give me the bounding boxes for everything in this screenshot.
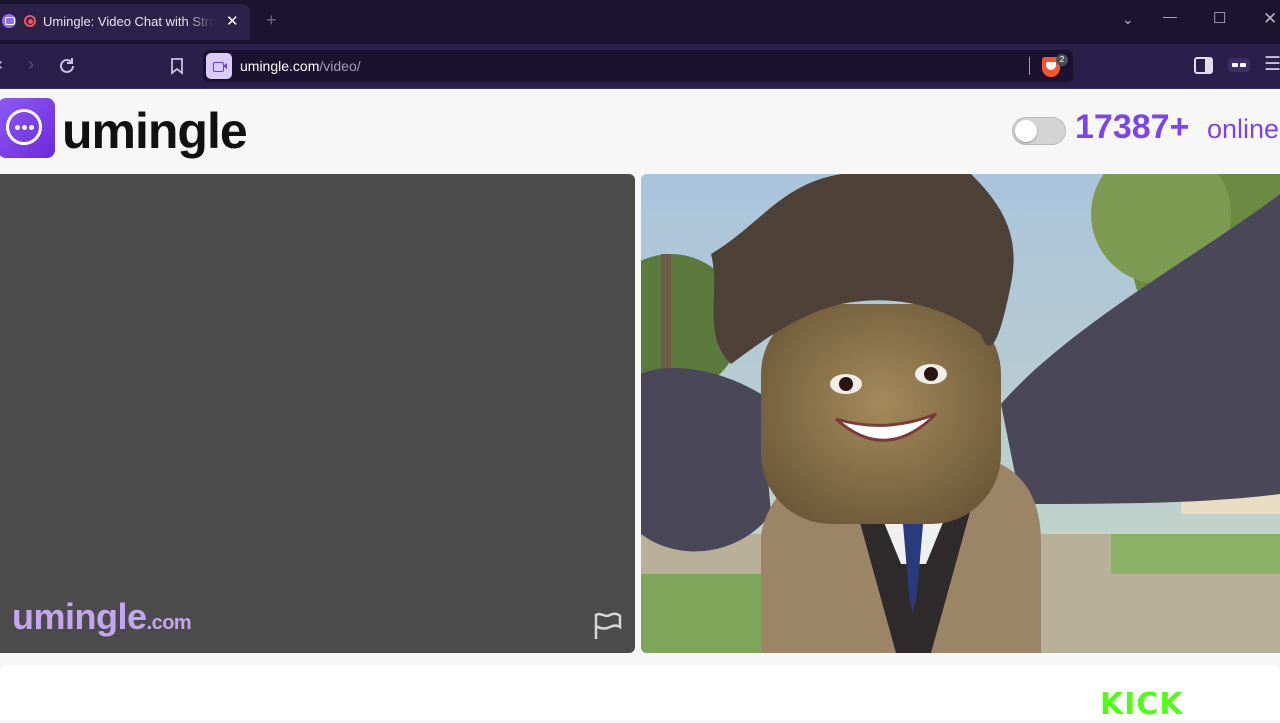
chat-bubble-icon [6, 109, 42, 145]
video-watermark: umingle.com [12, 596, 192, 637]
wallet-glasses-icon[interactable] [1228, 58, 1250, 72]
url-text[interactable]: umingle.com/video/ [240, 58, 361, 74]
umingle-logo-icon[interactable] [0, 98, 55, 158]
recording-indicator-icon [24, 15, 36, 27]
close-tab-icon[interactable]: ✕ [226, 12, 239, 30]
remote-video-frame [641, 174, 1280, 653]
theme-toggle[interactable] [1012, 117, 1066, 145]
browser-tab-bar: Umingle: Video Chat with Strangers ✕ + ⌄… [0, 0, 1280, 44]
tab-search-chevron-icon[interactable]: ⌄ [1122, 11, 1134, 28]
address-bar[interactable]: umingle.com/video/ 2 [203, 50, 1073, 82]
forward-icon[interactable]: › [28, 54, 34, 75]
kick-logo[interactable]: KICK [1100, 687, 1184, 723]
maximize-icon[interactable]: ☐ [1213, 9, 1226, 27]
tab-title-fade [185, 8, 215, 36]
close-window-icon[interactable]: ✕ [1263, 9, 1277, 29]
site-logo-text[interactable]: umingle [62, 98, 248, 164]
report-flag-icon[interactable] [592, 611, 624, 641]
umingle-favicon-icon [2, 14, 16, 28]
local-video-panel [0, 174, 635, 653]
browser-nav-bar: ‹ › umingle.com/video/ 2 ☰ [0, 44, 1280, 89]
video-camera-icon[interactable] [206, 53, 232, 79]
remote-video-panel [641, 174, 1280, 653]
new-tab-icon[interactable]: + [266, 10, 277, 31]
online-label: online [1207, 114, 1280, 144]
bookmark-icon[interactable] [169, 57, 185, 75]
shield-count-badge: 2 [1056, 54, 1068, 66]
minimize-icon[interactable]: — [1163, 8, 1177, 24]
sidebar-toggle-icon[interactable] [1194, 57, 1213, 74]
reload-icon[interactable] [58, 57, 76, 75]
bottom-panel [0, 665, 1280, 720]
menu-icon[interactable]: ☰ [1264, 53, 1280, 76]
online-count: 17387+ [1075, 108, 1190, 146]
toggle-knob [1015, 120, 1037, 142]
browser-tab[interactable]: Umingle: Video Chat with Strangers ✕ [0, 4, 250, 40]
url-divider [1029, 57, 1030, 75]
back-icon[interactable]: ‹ [0, 54, 3, 75]
